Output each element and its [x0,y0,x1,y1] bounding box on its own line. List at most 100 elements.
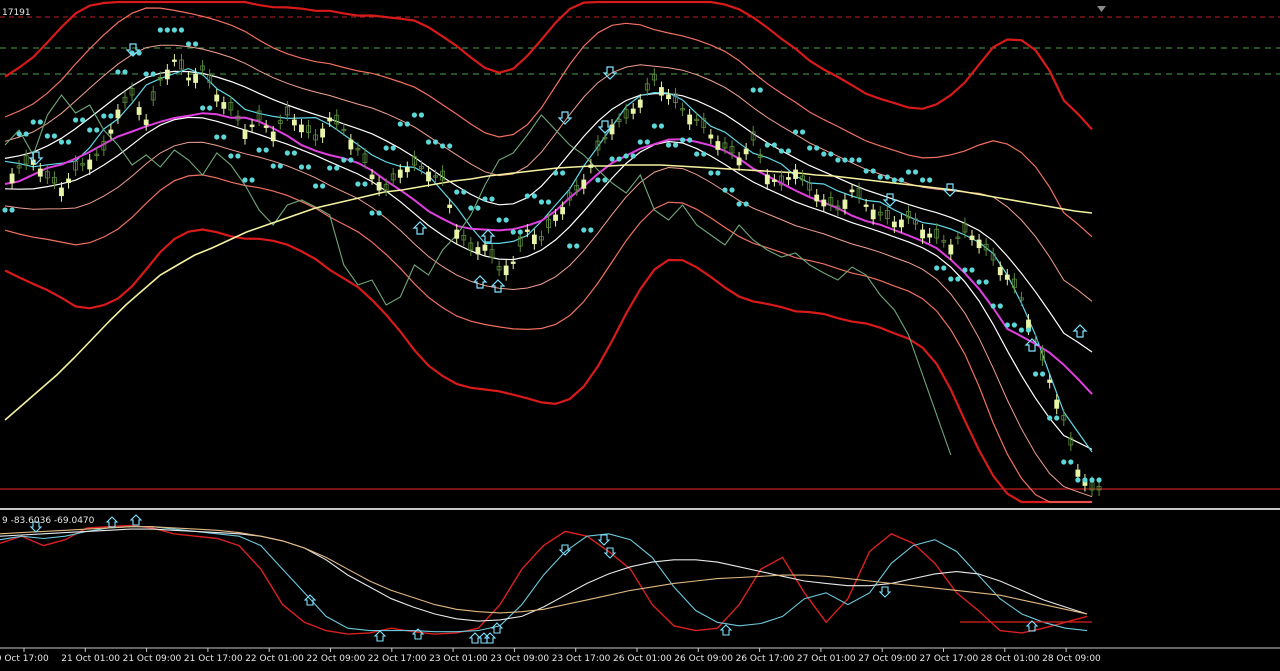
sar-dot [687,137,693,143]
sar-dot [461,189,467,195]
sar-dot [305,164,312,170]
candle-bull [503,265,509,276]
candle-bull [870,209,876,220]
sar-dot [87,127,93,133]
sar-dot [256,147,262,153]
candle-bull [327,117,333,122]
candle-bull [899,219,904,228]
sar-dot [609,156,615,162]
sar-dot [404,121,410,127]
candle-bull [291,119,297,126]
candle-bull [863,204,869,207]
sar-dot [1075,477,1081,483]
candle-bull [348,139,354,150]
candle-bull [715,141,721,150]
sar-dot [715,170,721,176]
sar-dot [432,139,439,145]
candle-bull [793,169,798,179]
sar-dot [320,183,326,189]
candle-bull [320,128,326,138]
candle-bull [531,234,537,245]
sar-dot [327,165,333,171]
sar-dot [778,148,785,154]
sar-dot [496,217,502,223]
candle-bull [270,131,276,142]
candle-bull [193,73,198,83]
x-tick-label: 26 Oct 09:00 [674,654,733,664]
sar-dot [214,134,220,140]
x-tick-label: 22 Oct 01:00 [245,654,304,664]
sar-dot [312,183,319,189]
sar-dot [228,153,234,159]
candle-bull [849,189,855,193]
candle-bull [87,159,93,170]
sar-dot [644,139,650,145]
x-tick-label: 28 Oct 01:00 [981,654,1040,664]
candle-bull [588,164,594,168]
trading-chart: 17191 9 -83.6036 -69.0470 20 Oct 17:00 21… [0,0,1280,671]
sar-dot [164,27,170,33]
sar-dot [941,265,947,271]
candle-bull [9,173,15,184]
sar-dot [454,189,460,195]
sar-dot [1068,459,1074,465]
sar-dot [200,105,206,111]
candle-bull [814,194,820,202]
sar-dot [560,170,566,176]
sar-dot [440,143,446,149]
sar-dot [567,243,573,249]
sar-dot [651,123,657,129]
candle-bull [630,108,636,114]
sar-dot [976,279,982,285]
candle-bull [447,204,453,208]
candle-bull [164,69,170,80]
candle-bull [764,174,770,185]
sar-dot [814,145,820,151]
sar-dot [792,129,799,135]
sar-dot [637,139,643,145]
candle-bull [842,199,848,209]
candle-bull [1075,469,1081,477]
sar-dot [2,207,8,213]
sar-dot [1018,327,1025,333]
candle-bull [186,77,191,81]
sar-dot [1025,327,1032,333]
sar-dot [828,151,834,157]
sar-dot [1032,371,1039,377]
sar-dot [983,279,989,285]
candle-bull [969,235,975,241]
sar-dot [856,157,862,163]
sar-dot [997,303,1003,309]
candle-bull [482,244,488,251]
candle-bull [510,261,516,264]
sar-dot [538,199,545,205]
x-tick-label: 21 Oct 01:00 [61,654,120,664]
sar-dot [108,113,114,119]
sar-dot [1039,371,1046,377]
sar-dot [291,150,297,156]
sar-dot [362,181,368,187]
candle-bull [666,94,671,100]
sar-dot [722,187,728,193]
sar-dot [1096,477,1102,483]
sar-dot [270,163,276,169]
candle-bull [397,169,403,178]
sar-dot [468,205,474,211]
sar-dot [743,201,749,207]
sar-dot [503,217,509,223]
candle-bull [299,124,304,133]
candle-bull [786,177,791,180]
x-tick-label: 22 Oct 09:00 [307,654,366,664]
sar-dot [764,142,770,148]
sar-dot [1082,477,1088,483]
sar-dot [672,142,679,148]
sar-dot [835,157,841,163]
sar-dot [531,193,537,199]
sar-dot [298,164,305,170]
sar-dot [884,174,890,180]
candle-bull [59,187,64,197]
sar-dot [955,276,961,282]
x-tick-label: 23 Oct 09:00 [490,654,549,664]
candle-bull [560,207,566,215]
sar-dot [517,229,523,235]
